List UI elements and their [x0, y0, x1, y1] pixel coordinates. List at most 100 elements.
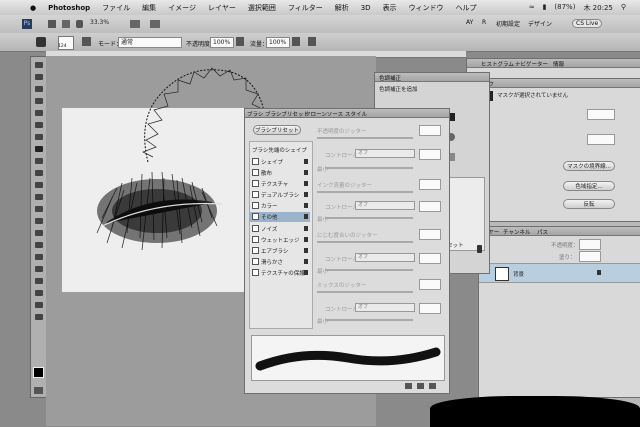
brush-item-noise[interactable]: ノイズ — [252, 225, 277, 233]
minibridge-icon[interactable] — [62, 20, 70, 28]
adjust-list[interactable] — [445, 177, 485, 251]
eyedropper-tool-icon[interactable] — [34, 121, 44, 129]
brush-item-protect-texture[interactable]: テクスチャの保護 — [252, 269, 305, 277]
wetness-min-field[interactable] — [419, 253, 441, 264]
tab-styles[interactable]: スタイル — [345, 110, 367, 118]
flow-control-select[interactable]: オフ — [355, 201, 415, 210]
lock-icon-other[interactable] — [304, 214, 308, 219]
lock-icon-shape[interactable] — [304, 159, 308, 164]
wetness-control-select[interactable]: オフ — [355, 253, 415, 262]
hand-icon[interactable] — [76, 20, 83, 28]
arrange-icon[interactable] — [130, 20, 140, 28]
type-tool-icon[interactable] — [34, 241, 44, 249]
menu-file[interactable]: ファイル — [102, 3, 130, 13]
lasso-tool-icon[interactable] — [34, 85, 44, 93]
workspace-r[interactable]: R — [482, 19, 486, 26]
foreground-color-swatch[interactable] — [33, 367, 44, 378]
tab-info[interactable]: 情報 — [553, 60, 564, 68]
lock-icon-dual[interactable] — [304, 192, 308, 197]
mix-jitter-slider[interactable] — [317, 291, 413, 293]
lock-icon-protect[interactable] — [304, 270, 308, 275]
menu-view[interactable]: 表示 — [383, 3, 397, 13]
lock-icon-air[interactable] — [304, 248, 308, 253]
layer-fill-field[interactable] — [579, 251, 601, 262]
adjust-panel-scroll[interactable] — [477, 245, 482, 253]
brush-panel-icon-2[interactable] — [417, 383, 424, 389]
3d-orbit-tool-icon[interactable] — [34, 289, 44, 297]
brush-panel-icon-1[interactable] — [405, 383, 412, 389]
lock-icon-scatter[interactable] — [304, 170, 308, 175]
mask-feather-field[interactable] — [587, 134, 615, 145]
tab-clone-source[interactable]: クローンソース — [305, 110, 343, 118]
flow-jitter-field[interactable] — [419, 179, 441, 190]
menu-filter[interactable]: フィルター — [288, 3, 323, 13]
pen-pressure-opacity-icon[interactable] — [236, 37, 244, 46]
workspace-reset[interactable]: 初期設定 — [496, 19, 520, 28]
brush-item-smoothing[interactable]: 滑らかさ — [252, 258, 283, 266]
flow-min-slider[interactable] — [325, 217, 413, 219]
brush-tool-icon[interactable] — [36, 37, 46, 47]
mode-select[interactable]: 通常 — [118, 37, 182, 48]
opacity-min-slider[interactable] — [325, 167, 413, 169]
tab-brush-presets[interactable]: ブラシプリセット — [265, 110, 309, 118]
3d-rotate-tool-icon[interactable] — [34, 277, 44, 285]
menu-help[interactable]: ヘルプ — [456, 3, 477, 13]
menu-layer[interactable]: レイヤー — [208, 3, 236, 13]
tab-histogram[interactable]: ヒストグラム — [481, 60, 514, 68]
blur-tool-icon[interactable] — [34, 205, 44, 213]
brush-item-shape-dynamics[interactable]: シェイプ — [252, 158, 283, 166]
mix-control-select[interactable]: オフ — [355, 303, 415, 312]
gradient-tool-icon[interactable] — [34, 193, 44, 201]
tab-navigator[interactable]: ナビゲーター — [515, 60, 548, 68]
lock-icon-color[interactable] — [304, 203, 308, 208]
wetness-jitter-slider[interactable] — [317, 241, 413, 243]
eraser-tool-icon[interactable] — [34, 181, 44, 189]
wetness-min-slider[interactable] — [325, 269, 413, 271]
mix-min-field[interactable] — [419, 303, 441, 314]
pen-pressure-size-icon[interactable] — [308, 37, 316, 46]
brush-item-dual-brush[interactable]: デュアルブラシ — [252, 191, 299, 199]
flow-min-field[interactable] — [419, 201, 441, 212]
healing-brush-tool-icon[interactable] — [34, 133, 44, 141]
brush-item-other[interactable]: その他 — [252, 213, 278, 221]
menu-app-name[interactable]: Photoshop — [48, 4, 90, 12]
brush-panel-toggle-icon[interactable] — [82, 37, 91, 46]
menu-select[interactable]: 選択範囲 — [248, 3, 276, 13]
battery-icon[interactable]: ▮ — [543, 3, 547, 13]
color-range-button[interactable]: 色域指定... — [563, 181, 615, 191]
menu-analysis[interactable]: 解析 — [335, 3, 349, 13]
menu-clock[interactable]: 木 20:25 — [583, 3, 612, 13]
wifi-icon[interactable]: ≈ — [529, 3, 535, 13]
bridge-icon[interactable] — [48, 20, 56, 28]
flow-field[interactable]: 100% — [266, 37, 290, 48]
brush-item-tip-shape[interactable]: ブラシ先端のシェイプ — [252, 146, 307, 154]
screen-mode-icon[interactable] — [150, 20, 160, 28]
mix-jitter-field[interactable] — [419, 279, 441, 290]
workspace-ay[interactable]: AY — [466, 19, 473, 26]
layer-opacity-field[interactable] — [579, 239, 601, 250]
history-brush-tool-icon[interactable] — [34, 169, 44, 177]
airbrush-icon[interactable] — [292, 37, 300, 46]
tab-brush[interactable]: ブラシ — [247, 110, 263, 118]
mask-density-field[interactable] — [587, 109, 615, 120]
zoom-tool-icon[interactable] — [34, 313, 44, 321]
brush-item-airbrush[interactable]: エアブラシ — [252, 247, 288, 255]
crop-tool-icon[interactable] — [34, 109, 44, 117]
opacity-jitter-slider[interactable] — [317, 137, 413, 139]
brush-tool-active-icon[interactable] — [34, 145, 44, 153]
brush-item-wet-edges[interactable]: ウェットエッジ — [252, 236, 300, 244]
opacity-field[interactable]: 100% — [210, 37, 234, 48]
brush-item-color[interactable]: カラー — [252, 202, 278, 210]
mask-edge-button[interactable]: マスクの境界線... — [563, 161, 615, 171]
shape-tool-icon[interactable] — [34, 265, 44, 273]
menu-image[interactable]: イメージ — [168, 3, 196, 13]
opacity-jitter-field[interactable] — [419, 125, 441, 136]
opacity-control-select[interactable]: オフ — [355, 149, 415, 158]
brush-presets-button[interactable]: ブラシプリセット — [253, 125, 301, 135]
tab-paths[interactable]: パス — [537, 228, 548, 236]
menu-window[interactable]: ウィンドウ — [409, 3, 444, 13]
brush-item-scattering[interactable]: 散布 — [252, 169, 272, 177]
invert-button[interactable]: 反転 — [563, 199, 615, 209]
lock-icon-smooth[interactable] — [304, 259, 308, 264]
path-select-tool-icon[interactable] — [34, 253, 44, 261]
